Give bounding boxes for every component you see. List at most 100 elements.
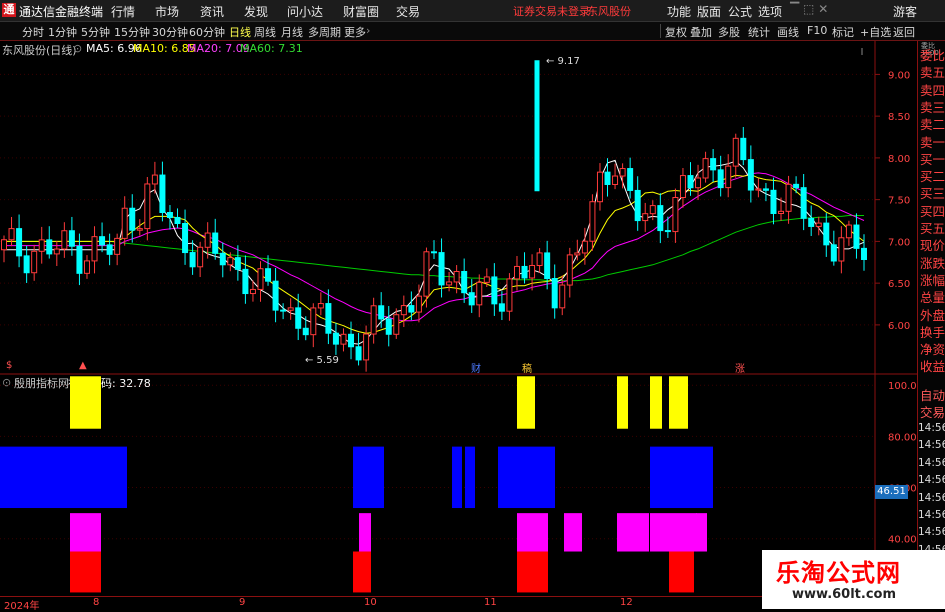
btn-huaxian[interactable]: 画线 xyxy=(777,24,799,40)
panel-item[interactable]: 现价 xyxy=(920,235,945,254)
trade-time: 14:56 xyxy=(918,509,945,521)
menu-gongshi[interactable]: 公式 xyxy=(728,3,752,20)
date-label-8: 8 xyxy=(93,597,100,608)
menu-xuanxiang[interactable]: 选项 xyxy=(758,3,782,20)
indicator-bar-yellow xyxy=(517,376,535,429)
period-1min[interactable]: 1分钟 xyxy=(48,24,77,40)
btn-biaoji[interactable]: 标记 xyxy=(832,24,854,40)
event-marker-up-icon[interactable]: ▲ xyxy=(79,360,87,371)
btn-f10[interactable]: F10 xyxy=(807,24,827,37)
candle-down xyxy=(265,268,272,282)
menu-wenxiaoda[interactable]: 问小达 xyxy=(287,3,323,20)
candle-up xyxy=(91,236,98,262)
candle-up xyxy=(287,307,294,311)
candle-up xyxy=(596,171,603,203)
candle-down xyxy=(295,307,302,329)
trade-time: 14:56 xyxy=(918,526,945,539)
candle-down xyxy=(438,252,445,286)
period-more[interactable]: 更多 xyxy=(344,24,366,40)
candle-up xyxy=(612,175,619,185)
chevron-right-icon[interactable]: › xyxy=(366,24,370,37)
candle-down xyxy=(830,244,837,262)
trade-time: 14:56 xyxy=(918,439,945,452)
panel-item[interactable]: 总量 xyxy=(920,287,945,306)
candle-up xyxy=(393,314,400,335)
candle-down xyxy=(491,276,498,305)
menu-shichang[interactable]: 市场 xyxy=(155,3,179,20)
menu-banmian[interactable]: 版面 xyxy=(697,3,721,20)
event-cai[interactable]: 财 xyxy=(471,360,481,375)
period-fenshi[interactable]: 分时 xyxy=(22,24,44,40)
window-controls-icon[interactable]: ▔ ⬚ ✕ xyxy=(790,2,828,16)
menu-gongneng[interactable]: 功能 xyxy=(667,3,691,20)
panel-item[interactable]: 涨幅 xyxy=(920,270,945,289)
btn-tongji[interactable]: 统计 xyxy=(748,24,770,40)
candle-up xyxy=(725,165,732,189)
period-60min[interactable]: 60分钟 xyxy=(189,24,225,40)
indicator-current-badge: 46.51 xyxy=(875,485,908,499)
panel-item[interactable]: 换手 xyxy=(920,322,945,341)
panel-item[interactable]: 卖一 xyxy=(920,132,945,151)
panel-item[interactable]: 交易 xyxy=(920,402,945,421)
ind-tick-label: 100.00 xyxy=(888,381,917,392)
candle-up xyxy=(83,260,90,274)
menu-hangqing[interactable]: 行情 xyxy=(111,3,135,20)
guest-label[interactable]: 游客 xyxy=(893,3,917,20)
candle-down xyxy=(182,223,189,254)
candle-up xyxy=(778,210,785,214)
panel-item[interactable]: 卖五 xyxy=(920,62,945,81)
event-gao[interactable]: 稿 xyxy=(522,360,532,375)
period-weekly[interactable]: 周线 xyxy=(254,24,276,40)
menu-zixun[interactable]: 资讯 xyxy=(200,3,224,20)
period-daily[interactable]: 日线 xyxy=(229,24,251,40)
panel-item[interactable]: 外盘 xyxy=(920,305,945,324)
btn-duogu[interactable]: 多股 xyxy=(718,24,740,40)
panel-item[interactable]: 净资 xyxy=(920,339,945,358)
panel-item[interactable]: 买二 xyxy=(920,166,945,185)
panel-item[interactable]: 买四 xyxy=(920,201,945,220)
menu-faxian[interactable]: 发现 xyxy=(244,3,268,20)
candle-up xyxy=(566,254,573,286)
panel-item[interactable]: 卖三 xyxy=(920,97,945,116)
candle-up xyxy=(144,183,151,230)
period-5min[interactable]: 5分钟 xyxy=(81,24,110,40)
event-marker-s[interactable]: $ xyxy=(6,360,12,371)
candle-up xyxy=(257,268,264,290)
panel-item[interactable]: 涨跌 xyxy=(920,253,945,272)
login-warning[interactable]: 证券交易未登录 xyxy=(513,3,590,19)
indicator-bar-magenta xyxy=(517,513,548,552)
panel-item[interactable]: 卖四 xyxy=(920,80,945,99)
period-multi[interactable]: 多周期 xyxy=(308,24,341,40)
period-30min[interactable]: 30分钟 xyxy=(152,24,188,40)
event-zhang[interactable]: 涨 xyxy=(735,360,745,375)
candle-up xyxy=(8,228,15,241)
price-tick-label: 7.00 xyxy=(888,237,910,248)
candle-up xyxy=(732,137,739,167)
period-15min[interactable]: 15分钟 xyxy=(114,24,150,40)
indicator-bar-red xyxy=(517,551,548,593)
btn-fuquan[interactable]: 复权 xyxy=(665,24,687,40)
indicator-bar-red xyxy=(70,551,101,593)
btn-add-watchlist[interactable]: +自选 xyxy=(860,24,891,40)
panel-item[interactable]: 买五 xyxy=(920,218,945,237)
stock-name-link[interactable]: 东风股份 xyxy=(587,3,631,19)
candle-up xyxy=(423,251,430,297)
panel-item[interactable]: 收益 xyxy=(920,356,945,375)
candle-down xyxy=(627,168,634,191)
price-chart[interactable]: 9.00 8.50 8.00 7.50 7.00 6.50 6.00 ← 9.17 ← 5.5… xyxy=(0,41,917,375)
candle-up xyxy=(483,276,490,283)
panel-item[interactable]: 委比 xyxy=(920,45,945,64)
panel-item[interactable]: 买三 xyxy=(920,183,945,202)
btn-diejia[interactable]: 叠加 xyxy=(690,24,712,40)
candle-up xyxy=(363,333,370,361)
candle-down xyxy=(604,171,611,185)
panel-item[interactable]: 买一 xyxy=(920,149,945,168)
indicator-bar-magenta xyxy=(617,513,649,552)
menu-caifuquan[interactable]: 财富圈 xyxy=(343,3,379,20)
menu-jiaoyi[interactable]: 交易 xyxy=(396,3,420,20)
period-monthly[interactable]: 月线 xyxy=(281,24,303,40)
btn-back[interactable]: 返回 xyxy=(893,24,915,40)
panel-item[interactable]: 卖二 xyxy=(920,114,945,133)
date-label-12: 12 xyxy=(620,597,633,608)
indicator-bar-magenta xyxy=(82,513,101,552)
